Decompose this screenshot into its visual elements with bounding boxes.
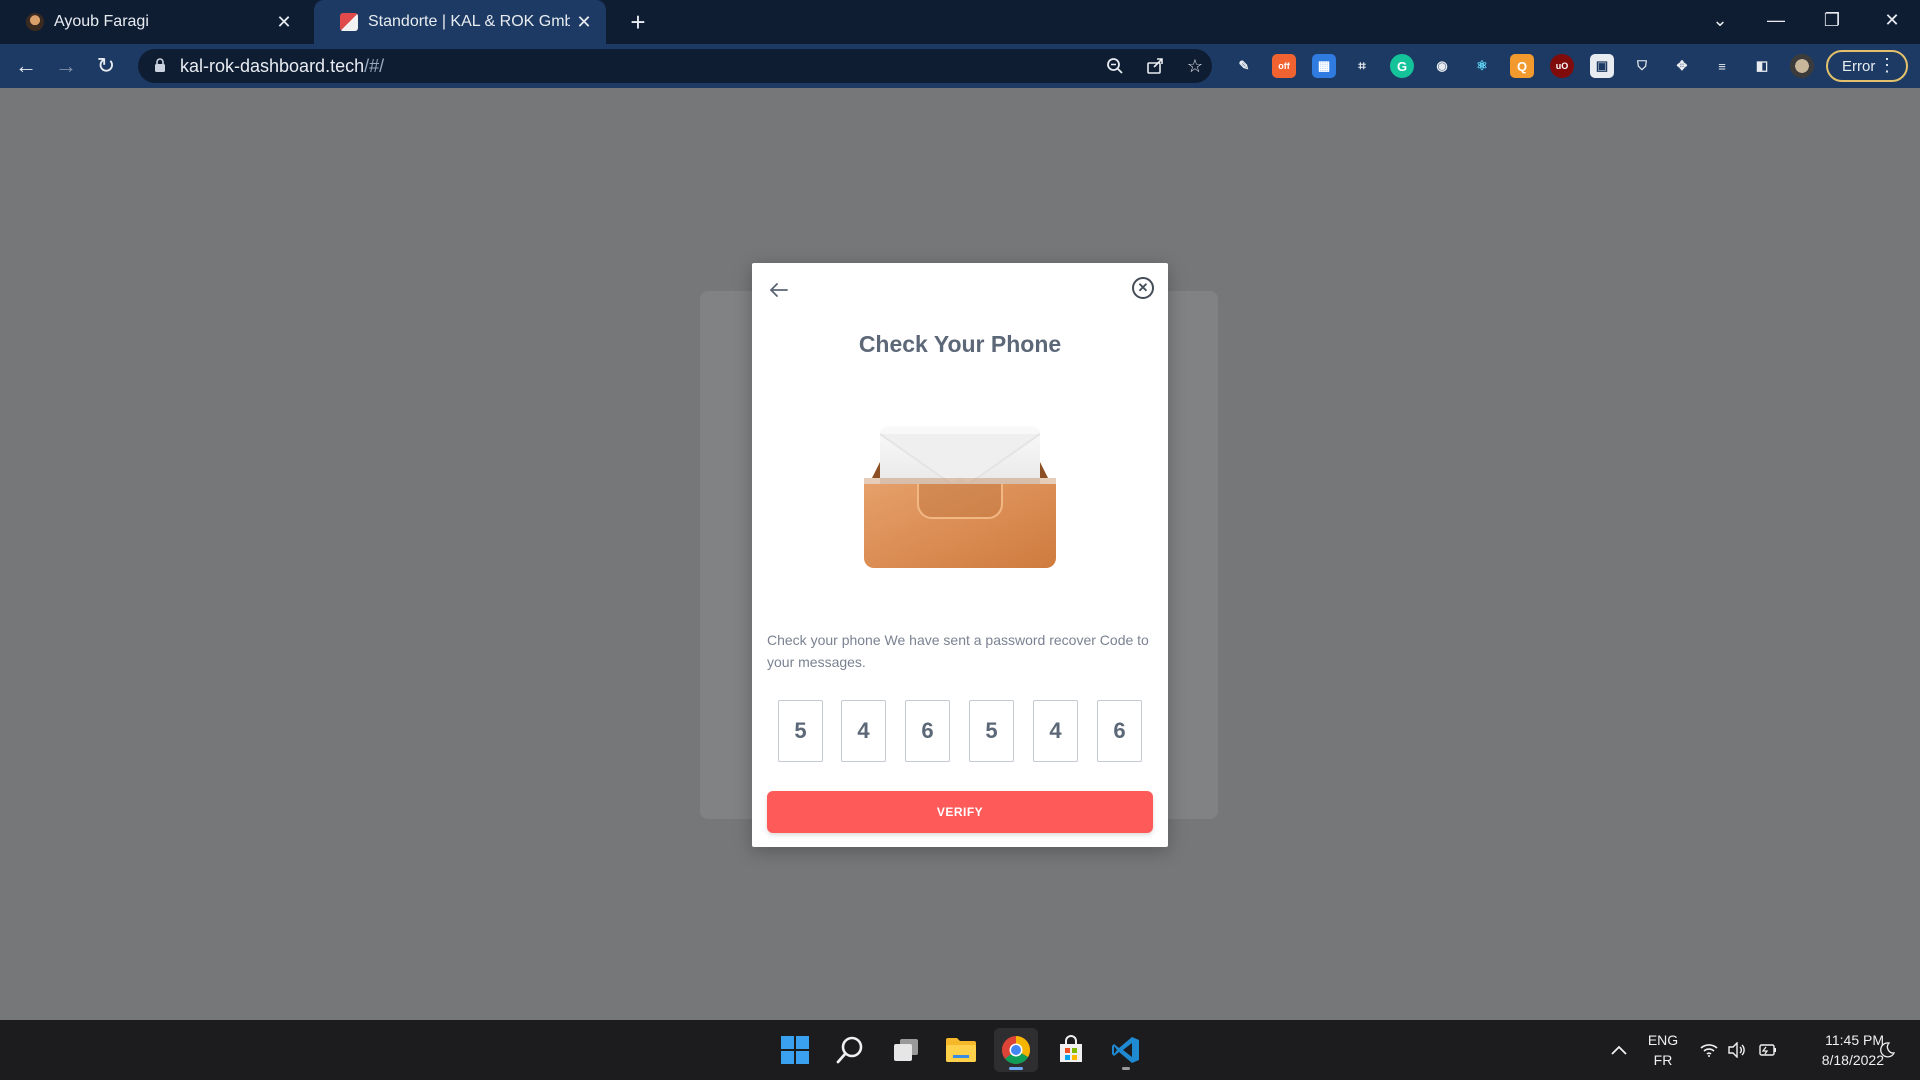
reload-icon[interactable]: ↻ [90,50,122,82]
otp-code-input: 5 4 6 5 4 6 [778,700,1142,762]
close-tab-icon[interactable]: ✕ [570,8,598,36]
sheet-icon[interactable]: ▦ [1312,54,1336,78]
modal-title: Check Your Phone [858,331,1062,357]
browser-toolbar: ← → ↻ kal-rok-dashboard.tech/#/ ☆ ✎ off … [0,44,1920,88]
wifi-icon[interactable] [1696,1020,1722,1080]
url-text: kal-rok-dashboard.tech/#/ [180,56,384,77]
forward-arrow-icon[interactable]: → [50,50,82,82]
task-view-icon[interactable] [884,1028,928,1072]
otp-digit-1[interactable]: 5 [778,700,823,762]
camera-icon[interactable]: ◉ [1430,54,1454,78]
language-indicator[interactable]: ENG FR [1644,1030,1682,1070]
pen-tool-icon[interactable]: ✎ [1232,54,1256,78]
address-bar[interactable]: kal-rok-dashboard.tech/#/ ☆ [138,49,1212,83]
otp-digit-2[interactable]: 4 [841,700,886,762]
otp-digit-4[interactable]: 5 [969,700,1014,762]
search-icon[interactable] [828,1028,872,1072]
chrome-icon[interactable] [994,1028,1038,1072]
system-clock[interactable]: 11:45 PM 8/18/2022 [1788,1030,1884,1070]
kal-rok-favicon-icon [340,13,358,31]
clock-date: 8/18/2022 [1821,1052,1884,1068]
windows-start-icon[interactable] [773,1028,817,1072]
vscode-icon[interactable] [1104,1028,1148,1072]
mail-inbox-icon [862,418,1058,568]
otp-digit-3[interactable]: 6 [905,700,950,762]
minimize-button[interactable]: — [1748,0,1804,40]
zoom-icon[interactable] [1098,49,1132,83]
shield-icon[interactable]: ⛉ [1630,54,1654,78]
language-top: ENG [1647,1032,1679,1048]
new-tab-button[interactable]: + [622,6,654,38]
tab-title: Standorte | KAL & ROK GmbH [368,13,570,30]
otp-digit-5[interactable]: 4 [1033,700,1078,762]
verify-button[interactable]: VERIFY [767,791,1153,833]
microsoft-store-icon[interactable] [1049,1028,1093,1072]
browser-tab-strip: Ayoub Faragi ✕ Standorte | KAL & ROK Gmb… [0,0,1920,44]
profile-error-label: Error [1842,57,1876,75]
url-path: /#/ [364,55,385,76]
active-app-indicator [1009,1067,1023,1070]
puzzle-icon[interactable]: ✥ [1670,54,1694,78]
close-circle-icon[interactable]: ✕ [1132,277,1154,299]
tab-standorte[interactable]: Standorte | KAL & ROK GmbH ✕ [314,0,606,44]
crop-icon[interactable]: ⌗ [1350,54,1374,78]
battery-icon[interactable] [1754,1020,1780,1080]
ublock-icon[interactable]: uO [1550,54,1574,78]
playlist-icon[interactable]: ≡ [1710,54,1734,78]
page-backdrop: ✕ Check Your Phone Check your phone We h… [0,88,1920,1020]
lock-icon [154,57,170,75]
more-menu-icon[interactable]: ⋮ [1878,55,1896,76]
verify-phone-modal: ✕ Check Your Phone Check your phone We h… [752,263,1168,847]
show-hidden-icons-chevron-up-icon[interactable] [1604,1020,1634,1080]
off-badge-icon[interactable]: off [1272,54,1296,78]
tab-title: Ayoub Faragi [54,13,149,30]
bookmark-star-icon[interactable]: ☆ [1178,49,1212,83]
profile-avatar[interactable] [1790,54,1814,78]
modal-description: Check your phone We have sent a password… [767,632,1149,670]
profile-error-button[interactable]: Error ⋮ [1826,50,1908,82]
screen-icon[interactable]: ▣ [1590,54,1614,78]
clock-time: 11:45 PM [1825,1032,1884,1048]
focus-moon-icon[interactable] [1872,1020,1902,1080]
file-explorer-icon[interactable] [939,1028,983,1072]
orange-q-icon[interactable]: Q [1510,54,1534,78]
otp-digit-6[interactable]: 6 [1097,700,1142,762]
windows-taskbar: ENG FR 11:45 PM 8/18/2022 [0,1020,1920,1080]
back-arrow-icon[interactable]: ← [10,50,42,82]
language-bottom: FR [1653,1052,1673,1068]
grammarly-icon[interactable]: G [1390,54,1414,78]
tab-search-chevron-down-icon[interactable]: ⌄ [1692,0,1748,40]
close-window-button[interactable]: ✕ [1864,0,1920,40]
restore-button[interactable]: ❐ [1804,0,1860,40]
tab-ayoub-faragi[interactable]: Ayoub Faragi ✕ [0,0,306,44]
close-tab-icon[interactable]: ✕ [270,8,298,36]
react-icon[interactable]: ⚛ [1470,54,1494,78]
avatar-favicon-icon [26,13,44,31]
running-app-indicator [1122,1067,1130,1070]
share-icon[interactable] [1138,49,1172,83]
sidepanel-icon[interactable]: ◧ [1750,54,1774,78]
volume-icon[interactable] [1724,1020,1750,1080]
back-arrow-icon[interactable] [766,277,792,303]
url-host: kal-rok-dashboard.tech [180,55,365,76]
